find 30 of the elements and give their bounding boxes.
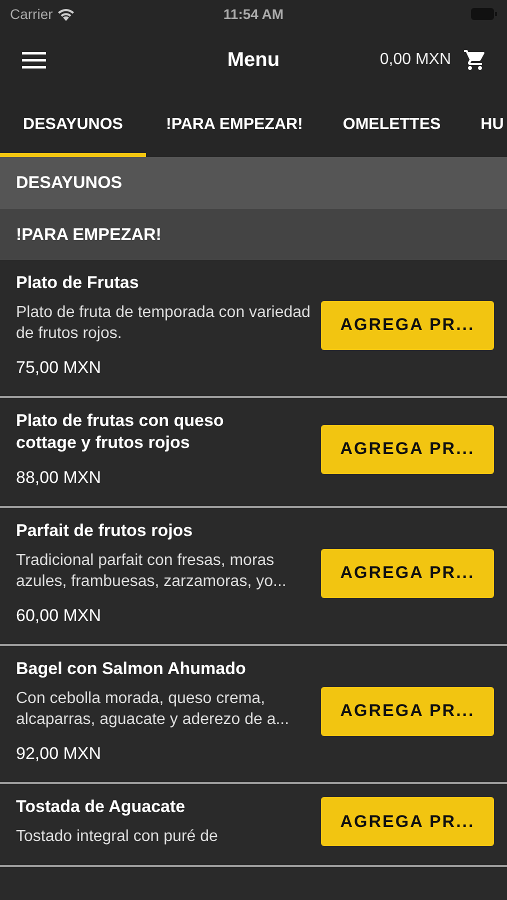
category-tab[interactable]: HU [460, 92, 507, 157]
carrier-name: Carrier [10, 6, 53, 22]
product-description: Con cebolla morada, queso crema, alcaparras, aguacate y aderezo de a... [16, 689, 290, 730]
add-product-button[interactable]: AGREGA PR... [321, 548, 494, 598]
clock-time: 11:54 AM [223, 6, 284, 22]
add-product-button[interactable]: AGREGA PR... [321, 424, 494, 474]
product-price: 92,00 MXN [16, 744, 102, 764]
product-description: Tradicional parfait con fresas, moras azules, frambuesas, zarzamoras, yo... [16, 551, 288, 592]
wifi-icon [56, 8, 75, 20]
cart-total: 0,00 MXN [380, 51, 451, 69]
product-name: Plato de Frutas [16, 272, 140, 294]
product-name: Parfait de frutos rojos [16, 520, 194, 542]
section-header: DESAYUNOS [0, 157, 507, 209]
cart-icon[interactable] [463, 48, 487, 72]
product-description: Tostado integral con puré de [16, 827, 219, 847]
product-name: Plato de frutas con queso cottage y frutos rojos [16, 410, 225, 454]
product-description: Plato de fruta de temporada con variedad de frutos rojos. [16, 303, 312, 344]
menu-icon[interactable] [22, 50, 48, 70]
add-product-button[interactable]: AGREGA PR... [321, 686, 494, 736]
product-name: Bagel con Salmon Ahumado [16, 658, 247, 680]
screen-title: Menu [227, 48, 280, 72]
category-tab[interactable]: OMELETTES [322, 92, 461, 157]
category-tab[interactable]: !PARA EMPEZAR! [146, 92, 323, 157]
section-header: !PARA EMPEZAR! [0, 209, 507, 260]
add-product-button[interactable]: AGREGA PR... [321, 797, 494, 846]
product-price: 60,00 MXN [16, 606, 102, 626]
product-price: 88,00 MXN [16, 468, 102, 488]
add-product-button[interactable]: AGREGA PR... [321, 300, 494, 350]
product-price: 75,00 MXN [16, 358, 102, 378]
product-name: Tostada de Aguacate [16, 796, 186, 818]
